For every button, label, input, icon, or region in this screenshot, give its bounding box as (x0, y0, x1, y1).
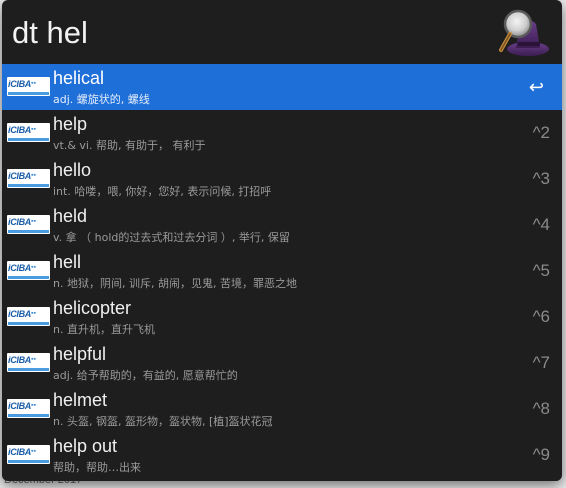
iciba-icon: iCIBA ▪▪ (7, 123, 50, 142)
result-row-7[interactable]: iCIBA ▪▪ helpful adj. 给予帮助的，有益的, 愿意帮忙的 ^… (2, 340, 562, 386)
result-shortcut: ^4 (532, 215, 550, 234)
result-subtitle: n. 头盔, 钢盔, 盔形物，盔状物, [植]盔状花冠 (53, 415, 273, 428)
iciba-icon: iCIBA ▪▪ (7, 169, 50, 188)
iciba-icon: iCIBA ▪▪ (7, 353, 50, 372)
iciba-brand-mark: ▪▪ (31, 264, 36, 271)
result-row-3[interactable]: iCIBA ▪▪ hello int. 哈喽，喂, 你好，您好, 表示问候, 打… (2, 156, 562, 202)
iciba-brand-text: iCIBA (8, 217, 31, 227)
search-input[interactable] (12, 12, 482, 54)
result-row-2[interactable]: iCIBA ▪▪ help vt.& vi. 帮助, 有助于， 有利于 ^2 (2, 110, 562, 156)
iciba-brand-bar (8, 368, 49, 371)
iciba-brand-bar (8, 92, 49, 95)
result-title: helpful (53, 344, 107, 364)
iciba-icon: iCIBA ▪▪ (7, 445, 50, 464)
iciba-brand-text: iCIBA (8, 79, 31, 89)
alfred-hat-icon[interactable] (496, 6, 552, 62)
iciba-brand-text: iCIBA (8, 309, 31, 319)
result-row-5[interactable]: iCIBA ▪▪ hell n. 地狱，阴间, 训斥, 胡闹，见鬼, 苦境，罪恶… (2, 248, 562, 294)
iciba-brand-mark: ▪▪ (31, 402, 36, 409)
result-subtitle: int. 哈喽，喂, 你好，您好, 表示问候, 打招呼 (53, 185, 272, 198)
result-title: hello (53, 160, 92, 180)
iciba-brand-mark: ▪▪ (31, 356, 36, 363)
result-subtitle: n. 地狱，阴间, 训斥, 胡闹，见鬼, 苦境，罪恶之地 (53, 277, 297, 290)
result-title: hell (53, 252, 82, 272)
result-row-8[interactable]: iCIBA ▪▪ helmet n. 头盔, 钢盔, 盔形物，盔状物, [植]盔… (2, 386, 562, 432)
result-title: helical (53, 68, 105, 88)
iciba-brand-text: iCIBA (8, 447, 31, 457)
iciba-brand-mark: ▪▪ (31, 80, 36, 87)
iciba-brand-mark: ▪▪ (31, 218, 36, 225)
result-subtitle: adj. 给予帮助的，有益的, 愿意帮忙的 (53, 369, 238, 382)
result-subtitle: adj. 螺旋状的, 螺线 (53, 93, 150, 106)
result-title: help out (53, 436, 118, 456)
iciba-brand-text: iCIBA (8, 263, 31, 273)
launcher-window: iCIBA ▪▪ helical adj. 螺旋状的, 螺线 ↩ iCIBA ▪… (2, 0, 562, 481)
iciba-brand-text: iCIBA (8, 401, 31, 411)
results-list: iCIBA ▪▪ helical adj. 螺旋状的, 螺线 ↩ iCIBA ▪… (2, 64, 562, 478)
result-row-6[interactable]: iCIBA ▪▪ helicopter n. 直升机，直升飞机 ^6 (2, 294, 562, 340)
iciba-brand-bar (8, 322, 49, 325)
iciba-brand-bar (8, 276, 49, 279)
result-subtitle: n. 直升机，直升飞机 (53, 323, 155, 336)
iciba-brand-bar (8, 414, 49, 417)
iciba-brand-mark: ▪▪ (31, 126, 36, 133)
iciba-icon: iCIBA ▪▪ (7, 307, 50, 326)
result-title: helicopter (53, 298, 132, 318)
search-bar (2, 0, 562, 64)
iciba-brand-text: iCIBA (8, 171, 31, 181)
iciba-icon: iCIBA ▪▪ (7, 77, 50, 96)
result-shortcut: ^9 (532, 445, 550, 464)
result-subtitle: v. 拿 （ hold的过去式和过去分词 ）, 举行, 保留 (53, 231, 290, 244)
result-title: helmet (53, 390, 108, 410)
result-row-4[interactable]: iCIBA ▪▪ held v. 拿 （ hold的过去式和过去分词 ）, 举行… (2, 202, 562, 248)
result-subtitle: vt.& vi. 帮助, 有助于， 有利于 (53, 139, 206, 152)
iciba-icon: iCIBA ▪▪ (7, 215, 50, 234)
result-shortcut: ^5 (532, 261, 550, 280)
iciba-brand-mark: ▪▪ (31, 172, 36, 179)
result-shortcut: ^7 (532, 353, 550, 372)
result-title: help (53, 114, 88, 134)
result-shortcut: ↩ (528, 77, 544, 97)
iciba-brand-text: iCIBA (8, 355, 31, 365)
iciba-brand-bar (8, 138, 49, 141)
result-row-1[interactable]: iCIBA ▪▪ helical adj. 螺旋状的, 螺线 ↩ (2, 64, 562, 110)
result-shortcut: ^2 (532, 123, 550, 142)
result-title: held (53, 206, 88, 226)
result-row-9[interactable]: iCIBA ▪▪ help out 帮助，帮助…出来 ^9 (2, 432, 562, 478)
iciba-brand-bar (8, 230, 49, 233)
iciba-brand-bar (8, 460, 49, 463)
iciba-icon: iCIBA ▪▪ (7, 399, 50, 418)
iciba-icon: iCIBA ▪▪ (7, 261, 50, 280)
iciba-brand-mark: ▪▪ (31, 448, 36, 455)
result-subtitle: 帮助，帮助…出来 (53, 461, 141, 474)
result-shortcut: ^8 (532, 399, 550, 418)
iciba-brand-mark: ▪▪ (31, 310, 36, 317)
iciba-brand-bar (8, 184, 49, 187)
result-shortcut: ^3 (532, 169, 550, 188)
result-shortcut: ^6 (532, 307, 550, 326)
iciba-brand-text: iCIBA (8, 125, 31, 135)
